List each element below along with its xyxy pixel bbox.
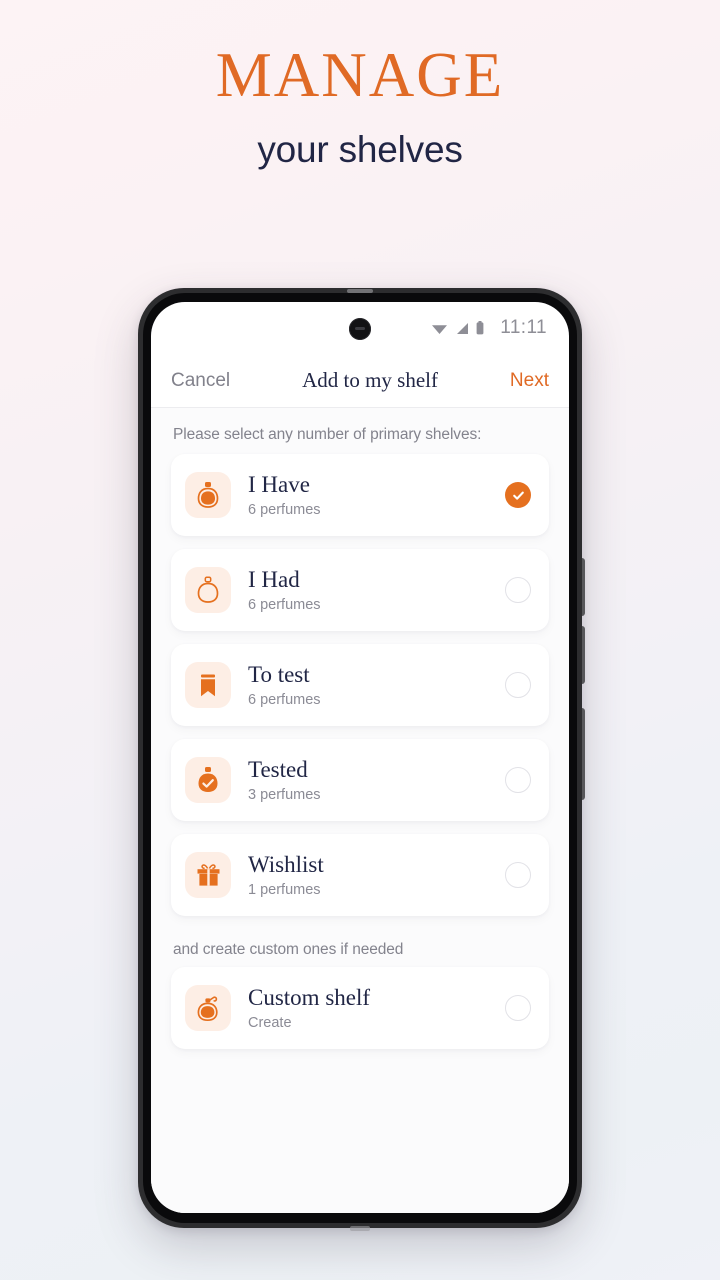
shelf-selection-content: Please select any number of primary shel… <box>151 408 569 1213</box>
perfume-bottle-outline-icon <box>195 576 221 604</box>
promo-header: MANAGE your shelves <box>0 0 720 171</box>
shelf-checkbox[interactable] <box>505 672 531 698</box>
shelf-title: I Had <box>248 567 300 593</box>
shelf-card-text: Wishlist 1 perfumes <box>248 852 505 897</box>
shelf-icon-tile <box>185 852 231 898</box>
status-icons: 11:11 <box>431 317 547 339</box>
shelf-card-text: Custom shelf Create <box>248 985 505 1030</box>
promo-title: MANAGE <box>215 40 505 110</box>
shelf-card-tested[interactable]: Tested 3 perfumes <box>171 739 549 821</box>
volume-down-button[interactable] <box>582 626 585 684</box>
shelf-icon-tile <box>185 757 231 803</box>
shelf-checkbox[interactable] <box>505 577 531 603</box>
shelf-checkbox[interactable] <box>505 862 531 888</box>
shelf-card-text: I Have 6 perfumes <box>248 472 505 517</box>
shelf-checkbox[interactable] <box>505 995 531 1021</box>
shelf-title: Tested <box>248 757 308 783</box>
bookmark-icon <box>197 672 219 699</box>
shelf-card-i-had[interactable]: I Had 6 perfumes <box>171 549 549 631</box>
earpiece-speaker <box>347 289 373 293</box>
phone-mockup: 11:11 Cancel Add to my shelf Next Please… <box>138 288 585 1231</box>
shelf-checkbox-selected[interactable] <box>505 482 531 508</box>
shelf-card-custom-shelf[interactable]: Custom shelf Create <box>171 967 549 1049</box>
custom-shelves-label: and create custom ones if needed <box>173 941 404 958</box>
shelf-icon-tile <box>185 662 231 708</box>
volume-up-button[interactable] <box>582 558 585 616</box>
shelf-icon-tile <box>185 985 231 1031</box>
shelf-subtitle: 6 perfumes <box>248 691 321 708</box>
wifi-icon <box>431 322 448 335</box>
shelf-card-text: To test 6 perfumes <box>248 662 505 707</box>
shelf-subtitle: 6 perfumes <box>248 596 321 613</box>
power-button[interactable] <box>582 708 585 800</box>
phone-bezel: 11:11 Cancel Add to my shelf Next Please… <box>143 293 577 1223</box>
status-clock: 11:11 <box>500 317 547 338</box>
cancel-button[interactable]: Cancel <box>171 370 230 392</box>
shelf-card-text: I Had 6 perfumes <box>248 567 505 612</box>
shelf-title: To test <box>248 662 310 688</box>
gift-icon <box>195 862 222 888</box>
next-button[interactable]: Next <box>510 370 549 392</box>
shelf-icon-tile <box>185 567 231 613</box>
shelf-subtitle: 3 perfumes <box>248 786 321 803</box>
battery-icon <box>476 321 484 335</box>
perfume-bottle-filled-icon <box>195 481 221 509</box>
perfume-bottle-check-icon <box>195 766 221 794</box>
shelf-card-i-have[interactable]: I Have 6 perfumes <box>171 454 549 536</box>
check-icon <box>511 488 526 503</box>
shelf-checkbox[interactable] <box>505 767 531 793</box>
shelf-card-text: Tested 3 perfumes <box>248 757 505 802</box>
page-title: Add to my shelf <box>302 368 438 392</box>
shelf-title: I Have <box>248 472 310 498</box>
front-camera-punch-hole <box>349 318 371 340</box>
shelf-title: Custom shelf <box>248 985 371 1011</box>
shelf-title: Wishlist <box>248 852 324 878</box>
promo-subtitle: your shelves <box>257 129 463 170</box>
phone-bottom-port <box>350 1226 370 1231</box>
navigation-bar: Cancel Add to my shelf Next <box>151 354 569 408</box>
primary-shelves-label: Please select any number of primary shel… <box>173 426 482 443</box>
shelf-card-to-test[interactable]: To test 6 perfumes <box>171 644 549 726</box>
shelf-subtitle: Create <box>248 1014 292 1031</box>
shelf-card-wishlist[interactable]: Wishlist 1 perfumes <box>171 834 549 916</box>
atomizer-bottle-icon <box>194 994 222 1022</box>
shelf-subtitle: 6 perfumes <box>248 501 321 518</box>
shelf-icon-tile <box>185 472 231 518</box>
signal-icon <box>455 322 469 335</box>
status-bar: 11:11 <box>151 302 569 354</box>
shelf-subtitle: 1 perfumes <box>248 881 321 898</box>
phone-screen: 11:11 Cancel Add to my shelf Next Please… <box>151 302 569 1213</box>
